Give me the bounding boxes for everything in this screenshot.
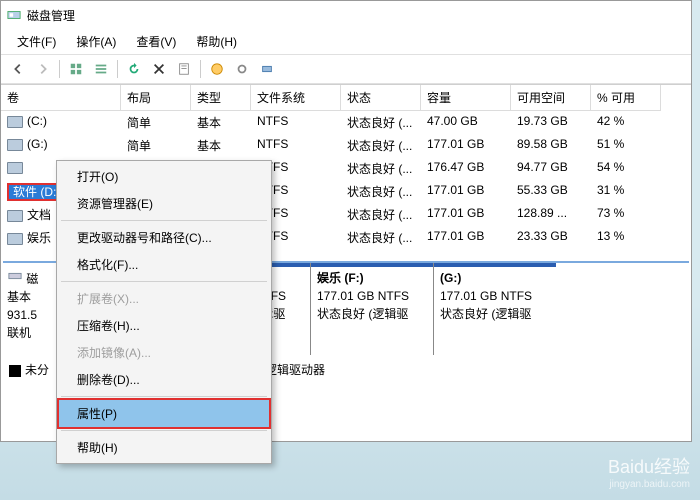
menu-file[interactable]: 文件(F) (9, 31, 64, 52)
menu-item[interactable]: 打开(O) (59, 163, 269, 190)
menu-item: 扩展卷(X)... (59, 285, 269, 312)
refresh-icon[interactable] (123, 58, 145, 80)
partition[interactable]: (G:)177.01 GB NTFS状态良好 (逻辑驱 (433, 263, 556, 355)
col-fs[interactable]: 文件系统 (251, 85, 341, 111)
window-title: 磁盘管理 (27, 7, 75, 24)
disk-icon (7, 269, 23, 283)
list-icon[interactable] (90, 58, 112, 80)
col-volume[interactable]: 卷 (1, 85, 121, 111)
titlebar: 磁盘管理 (1, 1, 691, 29)
forward-icon[interactable] (32, 58, 54, 80)
app-icon (7, 8, 21, 22)
menu-view[interactable]: 查看(V) (128, 31, 184, 52)
menu-item[interactable]: 更改驱动器号和路径(C)... (59, 224, 269, 251)
menu-item[interactable]: 删除卷(D)... (59, 366, 269, 393)
col-capacity[interactable]: 容量 (421, 85, 511, 111)
delete-icon[interactable] (148, 58, 170, 80)
settings-icon[interactable] (231, 58, 253, 80)
menu-item[interactable]: 格式化(F)... (59, 251, 269, 278)
col-status[interactable]: 状态 (341, 85, 421, 111)
watermark: Baidu经验 jingyan.baidu.com (608, 453, 690, 490)
col-type[interactable]: 类型 (191, 85, 251, 111)
table-row[interactable]: (C:)简单基本NTFS状态良好 (...47.00 GB19.73 GB42 … (1, 111, 691, 134)
grid-header: 卷 布局 类型 文件系统 状态 容量 可用空间 % 可用 (1, 85, 691, 111)
view-icon[interactable] (65, 58, 87, 80)
help-icon[interactable] (206, 58, 228, 80)
partition[interactable]: 娱乐 (F:)177.01 GB NTFS状态良好 (逻辑驱 (310, 263, 433, 355)
menu-item[interactable]: 资源管理器(E) (59, 190, 269, 217)
col-layout[interactable]: 布局 (121, 85, 191, 111)
context-menu[interactable]: 打开(O)资源管理器(E) 更改驱动器号和路径(C)...格式化(F)... 扩展卷… (56, 160, 272, 464)
table-row[interactable]: (G:)简单基本NTFS状态良好 (...177.01 GB89.58 GB51… (1, 134, 691, 157)
menu-item[interactable]: 压缩卷(H)... (59, 312, 269, 339)
menu-item[interactable]: 属性(P) (59, 400, 269, 427)
col-free[interactable]: 可用空间 (511, 85, 591, 111)
menu-item: 添加镜像(A)... (59, 339, 269, 366)
back-icon[interactable] (7, 58, 29, 80)
properties-icon[interactable] (173, 58, 195, 80)
toolbar (1, 54, 691, 84)
extra-icon[interactable] (256, 58, 278, 80)
menu-item[interactable]: 帮助(H) (59, 434, 269, 461)
legend-unalloc-swatch (9, 365, 21, 377)
menubar[interactable]: 文件(F) 操作(A) 查看(V) 帮助(H) (1, 29, 691, 54)
menu-action[interactable]: 操作(A) (68, 31, 124, 52)
menu-help[interactable]: 帮助(H) (188, 31, 245, 52)
disk-label[interactable]: 磁 基本 931.5 联机 (3, 263, 64, 355)
col-pct[interactable]: % 可用 (591, 85, 661, 111)
